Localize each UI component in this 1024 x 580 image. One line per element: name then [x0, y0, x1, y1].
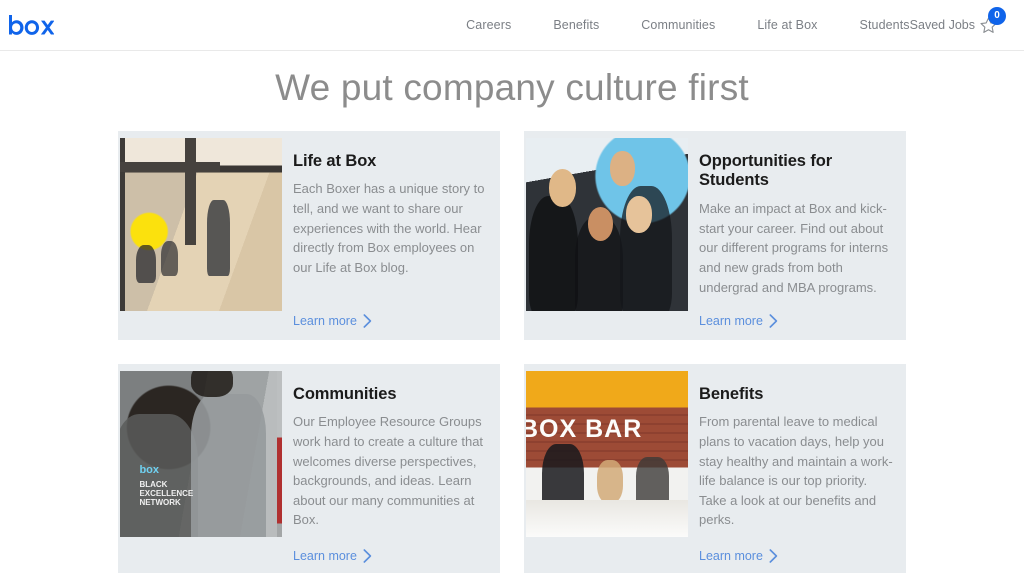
site-header: Careers Benefits Communities Life at Box… [0, 0, 1024, 51]
box-logo[interactable] [8, 10, 54, 40]
card-body-life-at-box: Life at Box Each Boxer has a unique stor… [282, 138, 500, 340]
card-opportunities-for-students[interactable]: Opportunities for Students Make an impac… [524, 130, 906, 340]
photo-employee-resource-group: box BLACK EXCELLENCE NETWORK [120, 370, 282, 537]
chevron-right-icon [363, 548, 372, 563]
learn-more-label: Learn more [293, 548, 357, 563]
saved-jobs-button[interactable]: Saved Jobs 0 [909, 6, 1006, 35]
photo-box-bar: BOX BAR [526, 370, 688, 537]
chevron-right-icon [363, 313, 372, 328]
card-title-life-at-box: Life at Box [293, 151, 377, 170]
nav-item-communities[interactable]: Communities [641, 0, 715, 51]
card-image-life-at-box [120, 137, 282, 311]
card-body-students: Opportunities for Students Make an impac… [688, 138, 906, 340]
learn-more-label: Learn more [699, 313, 763, 328]
learn-more-link-benefits[interactable]: Learn more [699, 549, 778, 563]
card-communities[interactable]: box BLACK EXCELLENCE NETWORK Communities O… [118, 363, 500, 573]
nav-item-careers[interactable]: Careers [466, 0, 511, 51]
saved-jobs-count-badge: 0 [988, 6, 1006, 25]
chevron-right-icon [769, 548, 778, 563]
photo-office-lounge [120, 137, 282, 311]
card-body-communities: Communities Our Employee Resource Groups… [282, 371, 500, 573]
card-description-communities: Our Employee Resource Groups work hard t… [293, 414, 484, 528]
box-logo-icon [9, 15, 54, 35]
culture-card-grid: Life at Box Each Boxer has a unique stor… [0, 130, 1024, 573]
learn-more-link-students[interactable]: Learn more [699, 314, 778, 328]
card-image-benefits: BOX BAR [526, 370, 688, 537]
learn-more-link-life-at-box[interactable]: Learn more [293, 314, 372, 328]
main-navigation: Careers Benefits Communities Life at Box… [466, 0, 1024, 51]
saved-jobs-label: Saved Jobs [909, 18, 975, 32]
photo-students-group [526, 137, 688, 311]
card-life-at-box[interactable]: Life at Box Each Boxer has a unique stor… [118, 130, 500, 340]
card-description-students: Make an impact at Box and kick-start you… [699, 201, 889, 295]
nav-item-students[interactable]: Students [860, 0, 910, 51]
card-image-students [526, 137, 688, 311]
learn-more-link-communities[interactable]: Learn more [293, 549, 372, 563]
learn-more-label: Learn more [293, 313, 357, 328]
card-title-students: Opportunities for Students [699, 151, 833, 190]
card-description-benefits: From parental leave to medical plans to … [699, 414, 893, 528]
page-title: We put company culture first [275, 67, 749, 108]
card-description-life-at-box: Each Boxer has a unique story to tell, a… [293, 181, 485, 275]
card-image-communities: box BLACK EXCELLENCE NETWORK [120, 370, 282, 537]
card-body-benefits: Benefits From parental leave to medical … [688, 371, 906, 573]
chevron-right-icon [769, 313, 778, 328]
photo-overlay-label: BOX BAR [526, 415, 643, 444]
nav-item-benefits[interactable]: Benefits [553, 0, 599, 51]
card-benefits[interactable]: BOX BAR Benefits From parental leave to … [524, 363, 906, 573]
card-title-benefits: Benefits [699, 384, 764, 403]
nav-item-life-at-box[interactable]: Life at Box [757, 0, 817, 51]
learn-more-label: Learn more [699, 548, 763, 563]
card-title-communities: Communities [293, 384, 397, 403]
